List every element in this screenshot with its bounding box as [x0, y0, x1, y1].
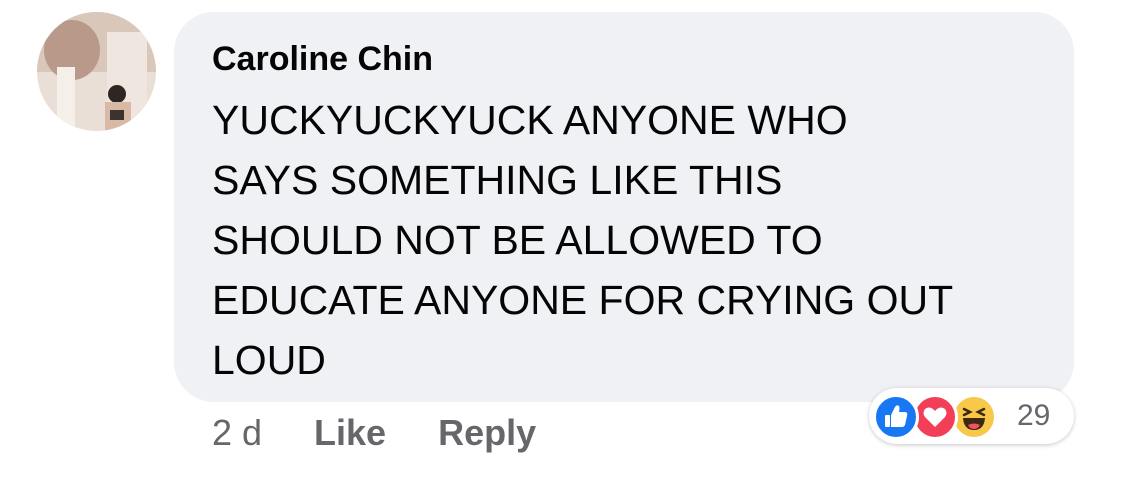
reactions-summary[interactable]: 29 [869, 388, 1074, 444]
reaction-count: 29 [1017, 399, 1051, 432]
avatar-image [37, 12, 156, 131]
comment-bubble: Caroline Chin YUCKYUCKYUCK ANYONE WHO SA… [174, 12, 1074, 402]
comment-author[interactable]: Caroline Chin [212, 40, 433, 79]
comment-actions: 2 d Like Reply [212, 410, 588, 456]
reply-button[interactable]: Reply [438, 412, 536, 454]
comment-timestamp[interactable]: 2 d [212, 412, 262, 454]
comment: Caroline Chin YUCKYUCKYUCK ANYONE WHO SA… [0, 0, 1125, 489]
comment-text: YUCKYUCKYUCK ANYONE WHO SAYS SOMETHING L… [212, 97, 954, 383]
like-icon [873, 394, 919, 440]
avatar[interactable] [37, 12, 156, 131]
like-button[interactable]: Like [314, 412, 386, 454]
